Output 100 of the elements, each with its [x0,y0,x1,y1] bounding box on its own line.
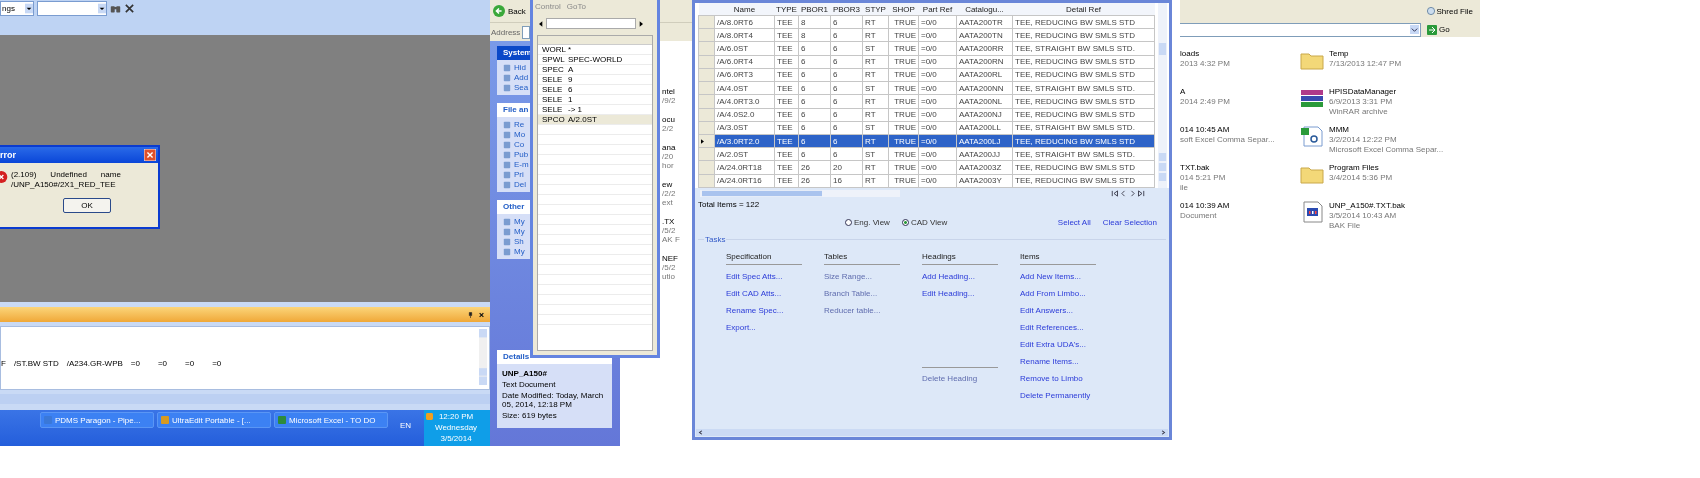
address-field[interactable] [1180,22,1421,37]
right-arrow-icon[interactable] [639,20,643,27]
table-row[interactable]: /A/6.0RT3 TEE 6 6 RT TRUE =0/0 AATA200RL TEE, REDUCING BW SMLS STD [698,68,1155,82]
column-header[interactable]: Catalogu... [956,3,1013,16]
taskbar-button[interactable]: Microsoft Excel - TO DO [274,412,388,428]
table-row[interactable]: /A/4.0ST TEE 6 6 ST TRUE =0/0 AATA200NN TEE, STRAIGHT BW SMLS STD. [698,81,1155,95]
scrollbar[interactable] [479,329,487,385]
table-row[interactable]: /A/2.0ST TEE 6 6 ST TRUE =0/0 AATA200JJ TEE, STRAIGHT BW SMLS STD. [698,147,1155,161]
task-link[interactable]: Edit References... [1020,323,1096,333]
table-row[interactable]: /A/6.0ST TEE 6 6 ST TRUE =0/0 AATA200RR TEE, STRAIGHT BW SMLS STD. [698,41,1155,56]
file-item[interactable]: MMM 3/2/2014 12:22 PM Microsoft Excel Comma Separ... [1300,125,1444,155]
radio-button[interactable]: CAD View [901,218,948,227]
radio-button[interactable]: Eng. View [845,218,890,227]
list-item[interactable]: WORL * [538,45,652,55]
link[interactable]: Clear Selection [1102,218,1157,227]
binoculars-icon[interactable] [110,3,121,14]
task-link[interactable]: Add New Items... [1020,272,1096,282]
back-arrow-icon[interactable] [493,5,505,17]
task-link[interactable]: Mo [514,130,526,139]
horizontal-scrollbar[interactable] [700,190,900,197]
dropdown-arrow-icon[interactable] [1410,25,1419,34]
list-item[interactable]: SPWL SPEC-WORLD [538,55,652,65]
file-label: /20 [662,152,675,161]
table-row[interactable]: /A/3.0RT2.0 TEE 6 6 RT TRUE =0/0 AATA200LJ TEE, REDUCING BW SMLS STD [698,134,1155,148]
input-field[interactable] [546,18,636,29]
file-label: ile [1180,183,1189,193]
task-link[interactable]: Rename Spec... [726,306,802,316]
output-text: =0 [157,358,168,368]
link[interactable]: Select All [1057,218,1091,227]
column-header[interactable]: TYPE [774,3,799,16]
list-item[interactable]: SELE 9 [538,75,652,85]
table-row[interactable]: /A/24.0RT16 TEE 26 16 RT TRUE =0/0 AATA2003Y TEE, REDUCING BW SMLS STD [698,174,1155,188]
file-item[interactable]: UNP_A150#.TXT.bak 3/5/2014 10:43 AM BAK File [1300,201,1444,231]
task-link[interactable]: Edit Spec Atts... [726,272,802,282]
column-header[interactable]: PBOR3 [830,3,863,16]
column-header[interactable]: PBOR1 [798,3,831,16]
task-link[interactable]: Hid [514,63,526,72]
table-row[interactable]: /A/4.0S2.0 TEE 6 6 RT TRUE =0/0 AATA200NJ TEE, REDUCING BW SMLS STD [698,108,1155,122]
close-icon[interactable] [124,3,135,14]
go-button[interactable]: Go [1427,24,1450,35]
scrollbar[interactable] [1158,3,1167,188]
task-link[interactable]: Add Heading... [922,272,998,282]
task-link[interactable]: Remove to Limbo [1020,374,1096,384]
list-item[interactable]: SPEC A [538,65,652,75]
table-row[interactable]: /A/8.0RT4 TEE 8 6 RT TRUE =0/0 AATA200TN TEE, REDUCING BW SMLS STD [698,28,1155,42]
task-link[interactable]: Del [514,180,526,189]
task-link[interactable]: Sea [514,83,529,92]
task-link[interactable]: Add [514,73,529,82]
task-link[interactable]: My [514,217,525,226]
file-item[interactable]: HPISDataManager 6/9/2013 3:31 PM WinRAR archive [1300,87,1444,117]
task-link[interactable]: E-m [514,160,529,169]
column-header[interactable]: Detail Ref [1012,3,1155,16]
table-cell: TRUE [888,55,919,69]
task-link[interactable]: Edit Answers... [1020,306,1096,316]
table-row[interactable]: /A/8.0RT6 TEE 8 6 RT TRUE =0/0 AATA200TR TEE, REDUCING BW SMLS STD [698,15,1155,29]
file-item[interactable]: Program Files 3/4/2014 5:36 PM [1300,163,1444,193]
task-link[interactable]: Edit Extra UDA's... [1020,340,1096,350]
table-cell: AATA200RR [956,41,1013,56]
column-header[interactable]: STYP [862,3,889,16]
address-field[interactable] [522,25,531,39]
table-cell: /A/8.0RT6 [714,15,775,29]
task-link[interactable]: Rename Items... [1020,357,1096,367]
ok-button[interactable]: OK [63,198,111,213]
task-link[interactable]: Edit Heading... [922,289,998,299]
left-arrow-icon[interactable] [539,20,543,27]
task-link[interactable]: My [514,227,525,236]
task-link[interactable]: Delete Permanently [1020,391,1096,401]
task-link[interactable]: Add From Limbo... [1020,289,1096,299]
combo-box[interactable]: ngs [0,1,34,16]
table-cell: 6 [798,81,831,95]
task-link[interactable]: Pub [514,150,529,159]
table-row[interactable]: /A/6.0RT4 TEE 6 6 RT TRUE =0/0 AATA200RN TEE, REDUCING BW SMLS STD [698,55,1155,69]
language-indicator[interactable]: EN [400,421,412,430]
shred-file-button[interactable]: Shred File [1426,6,1473,16]
column-header[interactable]: Part Ref [918,3,957,16]
document-icon [1300,201,1324,223]
list-item[interactable]: SELE 1 [538,95,652,105]
pin-icon[interactable] [468,311,473,318]
task-link[interactable]: Pri [514,170,524,179]
task-link[interactable]: Export... [726,323,802,333]
back-button[interactable]: Back [508,6,526,16]
column-header[interactable]: SHOP [888,3,919,16]
list-item[interactable]: SPCO A/2.0ST [538,115,652,125]
list-item[interactable]: SELE 6 [538,85,652,95]
combo-box[interactable] [37,1,107,16]
table-row[interactable]: /A/4.0RT3.0 TEE 6 6 RT TRUE =0/0 AATA200NL TEE, REDUCING BW SMLS STD [698,94,1155,109]
task-link[interactable]: Sh [514,237,524,246]
table-row[interactable]: /A/24.0RT18 TEE 26 20 RT TRUE =0/0 AATA2003Z TEE, REDUCING BW SMLS STD [698,160,1155,175]
close-icon[interactable] [479,311,484,318]
task-link[interactable]: Co [514,140,525,149]
file-item[interactable]: Temp 7/13/2013 12:47 PM [1300,49,1444,79]
taskbar-button[interactable]: PDMS Paragon - Pipe... [40,412,154,428]
taskbar-button[interactable]: UltraEdit Portable - [... [157,412,271,428]
table-row[interactable]: /A/3.0ST TEE 6 6 ST TRUE =0/0 AATA200LL TEE, STRAIGHT BW SMLS STD. [698,121,1155,135]
horizontal-scrollbar[interactable] [696,429,1168,436]
task-link[interactable]: My [514,247,525,256]
column-header[interactable]: Name [714,3,775,16]
task-link[interactable]: Re [514,120,525,129]
task-link[interactable]: Edit CAD Atts... [726,289,802,299]
table-cell: 6 [798,108,831,122]
